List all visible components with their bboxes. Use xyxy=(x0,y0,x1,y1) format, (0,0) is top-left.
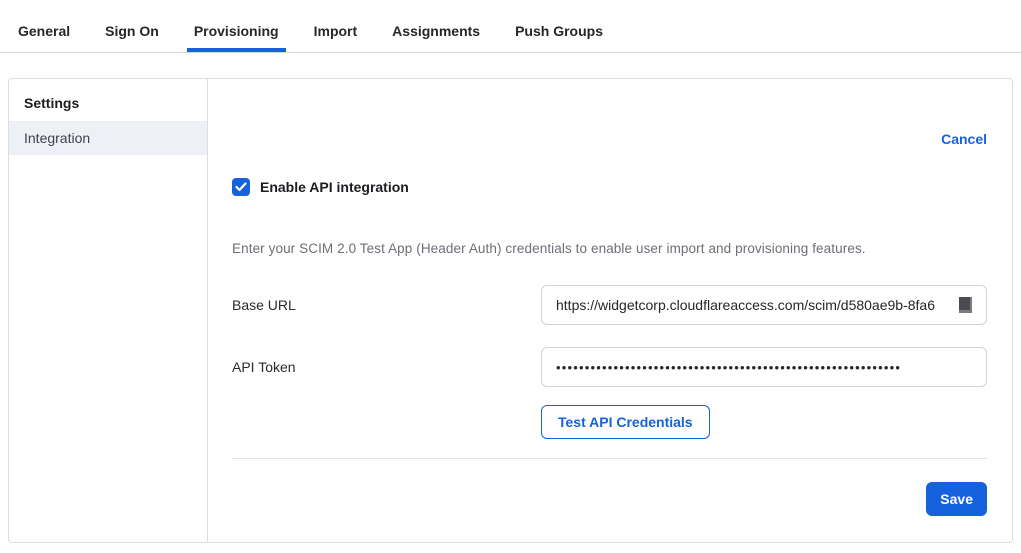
tab-general[interactable]: General xyxy=(18,10,70,52)
text-selection-artifact xyxy=(959,297,972,313)
save-row: Save xyxy=(232,482,987,516)
sidebar-item-integration[interactable]: Integration xyxy=(9,121,207,155)
tab-assignments[interactable]: Assignments xyxy=(392,10,480,52)
provisioning-panel: Settings Integration Cancel Enable API i… xyxy=(8,78,1013,543)
test-api-credentials-button[interactable]: Test API Credentials xyxy=(541,405,710,439)
tab-import[interactable]: Import xyxy=(314,10,358,52)
save-button[interactable]: Save xyxy=(926,482,987,516)
cancel-button[interactable]: Cancel xyxy=(941,131,987,147)
credentials-description: Enter your SCIM 2.0 Test App (Header Aut… xyxy=(232,241,987,256)
base-url-label: Base URL xyxy=(232,297,541,313)
api-token-row: API Token xyxy=(232,347,987,387)
api-token-input[interactable] xyxy=(541,347,987,387)
test-credentials-row: Test API Credentials xyxy=(232,405,987,439)
sidebar-item-label: Integration xyxy=(24,130,90,146)
enable-api-integration-row: Enable API integration xyxy=(232,178,987,196)
footer-divider xyxy=(232,458,987,459)
base-url-row: Base URL xyxy=(232,285,987,325)
api-token-label: API Token xyxy=(232,359,541,375)
tab-push-groups[interactable]: Push Groups xyxy=(515,10,603,52)
enable-api-integration-checkbox[interactable] xyxy=(232,178,250,196)
api-token-input-wrap xyxy=(541,347,987,387)
base-url-input-wrap xyxy=(541,285,987,325)
tab-provisioning[interactable]: Provisioning xyxy=(194,10,279,52)
app-tabbar: General Sign On Provisioning Import Assi… xyxy=(0,0,1021,53)
check-icon xyxy=(235,182,247,192)
cancel-row: Cancel xyxy=(232,131,987,147)
enable-api-integration-label[interactable]: Enable API integration xyxy=(260,179,409,195)
integration-settings-form: Cancel Enable API integration Enter your… xyxy=(208,79,1012,542)
tab-sign-on[interactable]: Sign On xyxy=(105,10,159,52)
base-url-input[interactable] xyxy=(541,285,987,325)
settings-sidebar: Settings Integration xyxy=(9,79,208,542)
sidebar-heading: Settings xyxy=(9,87,207,121)
